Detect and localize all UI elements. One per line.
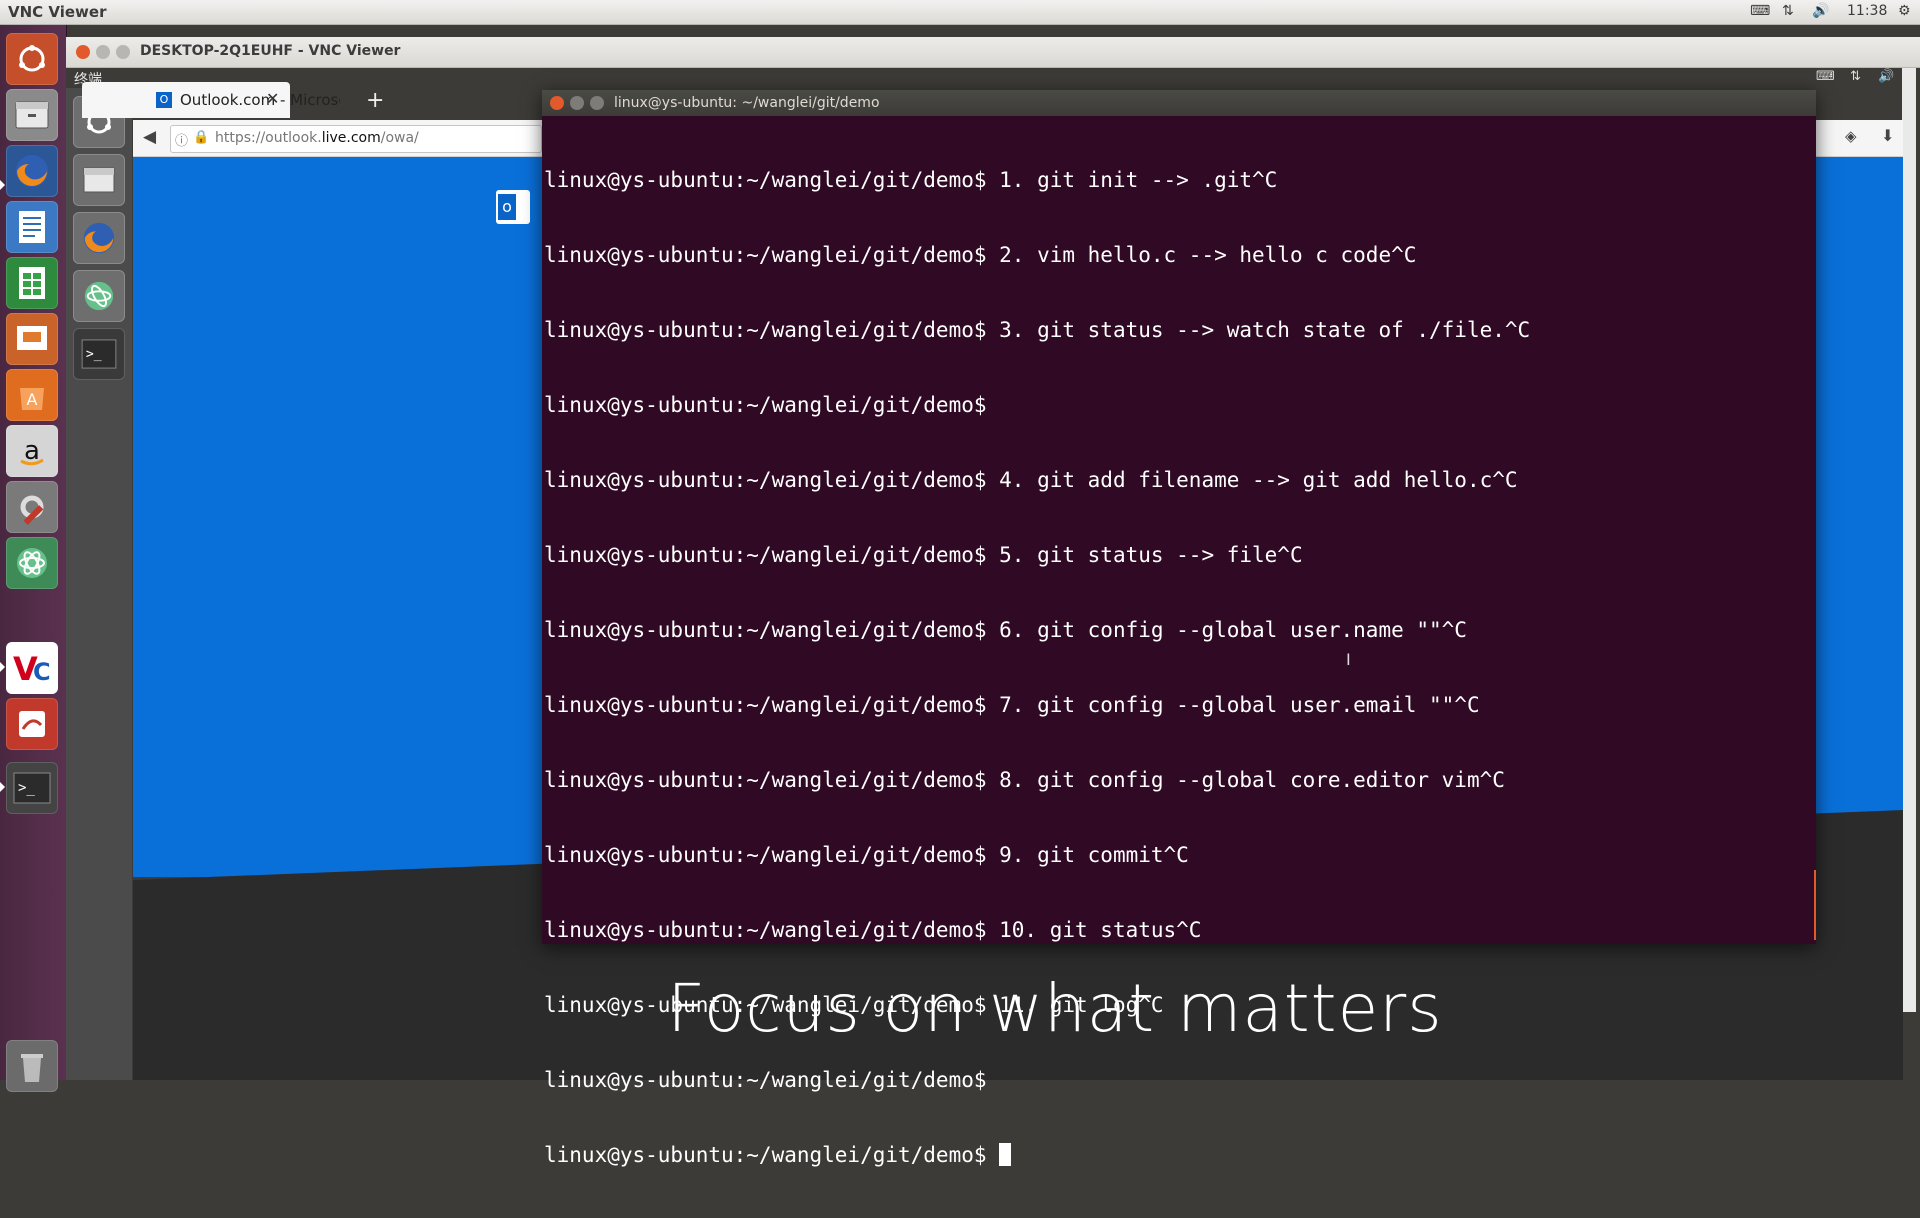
terminal-line: linux@ys-ubuntu:~/wanglei/git/demo$ 8. g… — [544, 768, 1505, 792]
network-icon[interactable]: ⇅ — [1782, 3, 1794, 19]
terminal-line: linux@ys-ubuntu:~/wanglei/git/demo$ 11. … — [544, 993, 1164, 1017]
remote-volume-icon[interactable]: 🔊 — [1878, 69, 1894, 84]
lock-icon: 🔒 — [193, 130, 210, 145]
terminal-icon[interactable]: >_ — [6, 762, 58, 814]
remote-firefox-icon[interactable] — [73, 212, 125, 264]
draw-icon[interactable] — [6, 698, 58, 750]
top-panel: VNC Viewer ⌨ ⇅ 🔊 11:38 ⚙ — [0, 0, 1920, 25]
svg-text:>_: >_ — [86, 347, 102, 362]
terminal-line: linux@ys-ubuntu:~/wanglei/git/demo$ 4. g… — [544, 468, 1518, 492]
terminal-line: linux@ys-ubuntu:~/wanglei/git/demo$ 5. g… — [544, 543, 1303, 567]
terminal-line: linux@ys-ubuntu:~/wanglei/git/demo$ — [544, 1068, 987, 1092]
back-icon[interactable]: ◀ — [143, 127, 156, 147]
remote-files-icon[interactable] — [73, 154, 125, 206]
browser-tab[interactable]: O Outlook.com - Microsc ✕ — [82, 82, 340, 118]
scrollbar[interactable] — [1902, 68, 1916, 1012]
terminal-line: linux@ys-ubuntu:~/wanglei/git/demo$ 2. v… — [544, 243, 1417, 267]
terminal-line: linux@ys-ubuntu:~/wanglei/git/demo$ 3. g… — [544, 318, 1531, 342]
files-icon[interactable] — [6, 89, 58, 141]
clock[interactable]: 11:38 — [1847, 3, 1887, 19]
terminal-maximize-icon[interactable] — [590, 96, 604, 110]
url-bar[interactable]: ⓘ 🔒 https://outlook.live.com/owa/ — [170, 125, 542, 153]
vnc-icon[interactable]: VC — [6, 642, 58, 694]
terminal-resize-edge[interactable] — [1814, 870, 1816, 940]
impress-icon[interactable] — [6, 313, 58, 365]
url-text: https://outlook.live.com/owa/ — [215, 130, 419, 146]
remote-terminal-icon[interactable]: >_ — [73, 328, 125, 380]
download-icon[interactable]: ⬇ — [1881, 126, 1894, 145]
gear-icon[interactable]: ⚙ — [1898, 3, 1911, 19]
terminal-line: linux@ys-ubuntu:~/wanglei/git/demo$ 1. g… — [544, 168, 1278, 192]
atom-icon[interactable] — [6, 537, 58, 589]
calc-icon[interactable] — [6, 257, 58, 309]
terminal-line: linux@ys-ubuntu:~/wanglei/git/demo$ 9. g… — [544, 843, 1189, 867]
trash-icon[interactable] — [6, 1040, 58, 1092]
keyboard-icon[interactable]: ⌨ — [1750, 3, 1770, 19]
outlook-favicon-icon: O — [156, 92, 172, 108]
minimize-icon[interactable] — [96, 45, 110, 59]
vnc-window-title: DESKTOP-2Q1EUHF - VNC Viewer — [140, 43, 401, 59]
new-tab-button[interactable]: + — [366, 88, 384, 113]
info-icon[interactable]: ⓘ — [175, 130, 188, 149]
terminal-line: linux@ys-ubuntu:~/wanglei/git/demo$ 6. g… — [544, 618, 1467, 642]
terminal-minimize-icon[interactable] — [570, 96, 584, 110]
terminal-cursor — [999, 1143, 1012, 1166]
ubuntu-dash-icon[interactable] — [6, 33, 58, 85]
terminal-close-icon[interactable] — [550, 96, 564, 110]
software-center-icon[interactable]: A — [6, 369, 58, 421]
settings-icon[interactable] — [6, 481, 58, 533]
mouse-cursor-icon: I — [1346, 650, 1351, 669]
pocket-icon[interactable]: ◈ — [1845, 127, 1857, 145]
amazon-icon[interactable]: a — [6, 425, 58, 477]
terminal-title: linux@ys-ubuntu: ~/wanglei/git/demo — [614, 95, 880, 111]
outlook-logo-icon: o — [496, 190, 530, 224]
terminal-titlebar: linux@ys-ubuntu: ~/wanglei/git/demo — [542, 90, 1816, 116]
vnc-window-titlebar: DESKTOP-2Q1EUHF - VNC Viewer — [66, 37, 1920, 68]
maximize-icon[interactable] — [116, 45, 130, 59]
remote-network-icon[interactable]: ⇅ — [1850, 69, 1861, 84]
terminal-line: linux@ys-ubuntu:~/wanglei/git/demo$ 10. … — [544, 918, 1202, 942]
remote-top-panel: 终端 ⌨ ⇅ 🔊 — [66, 68, 1920, 88]
remote-atom-icon[interactable] — [73, 270, 125, 322]
terminal-output[interactable]: linux@ys-ubuntu:~/wanglei/git/demo$ 1. g… — [544, 118, 1814, 1167]
terminal-window[interactable]: linux@ys-ubuntu: ~/wanglei/git/demo linu… — [542, 90, 1816, 1167]
terminal-prompt: linux@ys-ubuntu:~/wanglei/git/demo$ — [544, 1143, 987, 1167]
close-tab-icon[interactable]: ✕ — [266, 89, 279, 108]
close-icon[interactable] — [76, 45, 90, 59]
terminal-line: linux@ys-ubuntu:~/wanglei/git/demo$ — [544, 393, 987, 417]
terminal-prompt-line[interactable]: linux@ys-ubuntu:~/wanglei/git/demo$ — [544, 1143, 1814, 1168]
firefox-icon[interactable] — [6, 145, 58, 197]
writer-icon[interactable] — [6, 201, 58, 253]
svg-text:>_: >_ — [18, 780, 35, 796]
app-title: VNC Viewer — [8, 3, 107, 21]
launcher: A a VC >_ — [0, 25, 67, 1092]
volume-icon[interactable]: 🔊 — [1812, 3, 1829, 19]
terminal-line: linux@ys-ubuntu:~/wanglei/git/demo$ 7. g… — [544, 693, 1480, 717]
svg-text:C: C — [33, 658, 51, 686]
remote-keyboard-icon[interactable]: ⌨ — [1816, 69, 1835, 84]
svg-text:A: A — [27, 390, 38, 409]
tab-label: Outlook.com - Microsc — [180, 91, 340, 109]
remote-launcher: >_ — [66, 88, 132, 1080]
